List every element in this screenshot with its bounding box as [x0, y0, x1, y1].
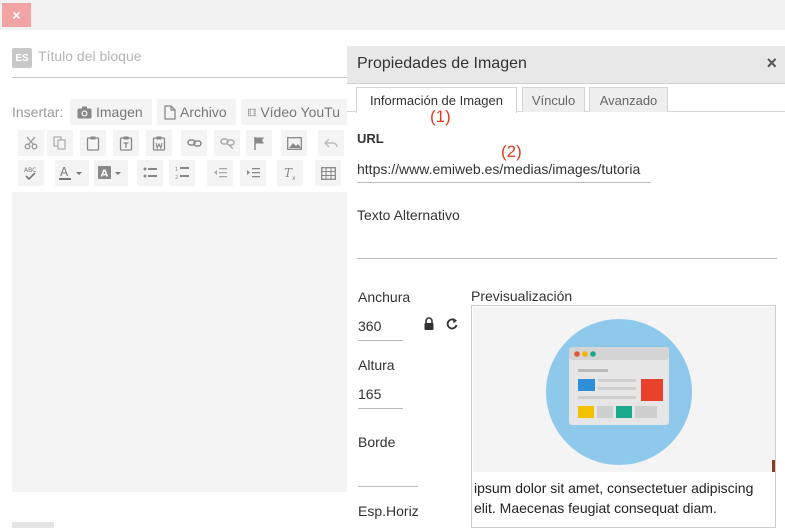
- preview-label: Previsualización: [471, 288, 573, 304]
- unlink-icon: [219, 138, 235, 149]
- insert-video-button[interactable]: Vídeo YouTu: [241, 99, 347, 125]
- border-input[interactable]: [358, 464, 418, 484]
- paste-text-button[interactable]: [113, 130, 139, 156]
- file-icon: [164, 104, 176, 120]
- paste-word-button[interactable]: [146, 130, 172, 156]
- border-underline: [358, 486, 418, 487]
- outdent-icon: [214, 167, 227, 177]
- paste-word-icon: [152, 136, 166, 151]
- editor-bottom-bar: [12, 522, 54, 528]
- insert-image-label: Imagen: [96, 104, 143, 120]
- image-button[interactable]: [281, 130, 307, 156]
- preview-text-line-2: elit. Maecenas feugiat consequat diam.: [474, 500, 717, 516]
- scissors-icon: [24, 136, 38, 150]
- preview-image: [473, 307, 775, 472]
- indent-icon: [247, 167, 260, 177]
- url-input[interactable]: https://www.emiweb.es/medias/images/tuto…: [357, 161, 651, 177]
- alt-text-label: Texto Alternativo: [357, 207, 460, 223]
- text-color-icon: A: [59, 165, 82, 180]
- editor-content-area[interactable]: [12, 192, 347, 492]
- anchor-button[interactable]: [246, 130, 272, 156]
- height-label: Altura: [358, 357, 395, 373]
- insert-file-label: Archivo: [180, 104, 227, 120]
- remove-format-button[interactable]: Tx: [277, 160, 303, 186]
- svg-text:2: 2: [175, 175, 178, 180]
- link-button[interactable]: [181, 130, 207, 156]
- bulleted-list-button[interactable]: [137, 160, 163, 186]
- bulleted-list-icon: [143, 167, 157, 178]
- alt-text-underline: [357, 258, 777, 259]
- numbered-list-icon: 12: [175, 167, 189, 180]
- close-editor-button[interactable]: ×: [2, 3, 31, 27]
- cut-button[interactable]: [18, 130, 44, 156]
- height-input[interactable]: 165: [358, 386, 381, 402]
- width-underline: [358, 340, 403, 341]
- image-properties-dialog: Propiedades de Imagen × Información de I…: [347, 46, 785, 528]
- browser-illustration-icon: [546, 319, 692, 465]
- alt-text-input[interactable]: [357, 236, 777, 256]
- film-icon: [248, 108, 257, 116]
- width-input[interactable]: 360: [358, 318, 381, 334]
- title-underline: [12, 77, 347, 78]
- unlink-button[interactable]: [214, 130, 240, 156]
- tab-link[interactable]: Vínculo: [522, 87, 585, 112]
- spellcheck-button[interactable]: ABC: [18, 160, 44, 186]
- insert-image-button[interactable]: Imagen: [70, 99, 152, 125]
- refresh-icon: [446, 318, 458, 330]
- close-icon: ×: [766, 53, 777, 73]
- svg-text:x: x: [292, 175, 296, 180]
- image-icon: [286, 136, 302, 150]
- lock-icon: [424, 317, 434, 330]
- reset-size-button[interactable]: [446, 317, 459, 336]
- border-label: Borde: [358, 434, 396, 450]
- insert-file-button[interactable]: Archivo: [157, 99, 236, 125]
- annotation-2: (2): [501, 142, 522, 161]
- table-button[interactable]: [315, 160, 341, 186]
- text-color-button[interactable]: A: [55, 160, 89, 186]
- numbered-list-button[interactable]: 12: [169, 160, 195, 186]
- hspace-label: Esp.Horiz: [358, 503, 419, 519]
- bg-color-button[interactable]: A: [94, 160, 128, 186]
- dialog-close-button[interactable]: ×: [766, 53, 777, 74]
- url-underline: [357, 182, 651, 183]
- outdent-button[interactable]: [207, 160, 233, 186]
- insert-label: Insertar:: [12, 104, 64, 120]
- close-icon: ×: [12, 7, 21, 23]
- editor-toolbar-row-2: ABC A A 12 Tx: [12, 160, 347, 188]
- camera-icon: [77, 106, 92, 118]
- height-underline: [358, 408, 403, 409]
- preview-box: ipsum dolor sit amet, consectetuer adipi…: [471, 305, 776, 528]
- table-icon: [320, 166, 336, 180]
- svg-text:A: A: [101, 169, 109, 180]
- preview-edge-marker: [772, 460, 775, 472]
- editor-toolbar-row-1: [12, 130, 347, 158]
- dialog-header: Propiedades de Imagen ×: [347, 46, 785, 84]
- dialog-title: Propiedades de Imagen: [357, 55, 527, 72]
- annotation-1: (1): [430, 107, 451, 126]
- undo-icon: [324, 137, 338, 148]
- spellcheck-icon: ABC: [24, 167, 36, 181]
- insert-video-label: Vídeo YouTu: [260, 104, 340, 120]
- indent-button[interactable]: [240, 160, 266, 186]
- paste-button[interactable]: [80, 130, 106, 156]
- undo-button[interactable]: [318, 130, 344, 156]
- clipboard-icon: [86, 136, 100, 151]
- lock-ratio-button[interactable]: [423, 317, 435, 336]
- link-icon: [186, 139, 202, 147]
- tab-advanced[interactable]: Avanzado: [589, 87, 668, 112]
- background-color-icon: A: [98, 166, 121, 180]
- width-label: Anchura: [358, 289, 411, 305]
- preview-text-line-1: ipsum dolor sit amet, consectetuer adipi…: [474, 480, 754, 496]
- paste-text-icon: [119, 136, 133, 151]
- svg-text:A: A: [60, 165, 69, 179]
- remove-format-icon: Tx: [284, 166, 296, 180]
- url-label: URL: [357, 131, 384, 146]
- copy-icon: [53, 136, 66, 150]
- block-title-input[interactable]: Título del bloque: [38, 48, 142, 64]
- language-badge: ES: [12, 48, 32, 68]
- flag-icon: [253, 137, 264, 150]
- copy-button[interactable]: [47, 130, 73, 156]
- svg-text:1: 1: [175, 167, 178, 173]
